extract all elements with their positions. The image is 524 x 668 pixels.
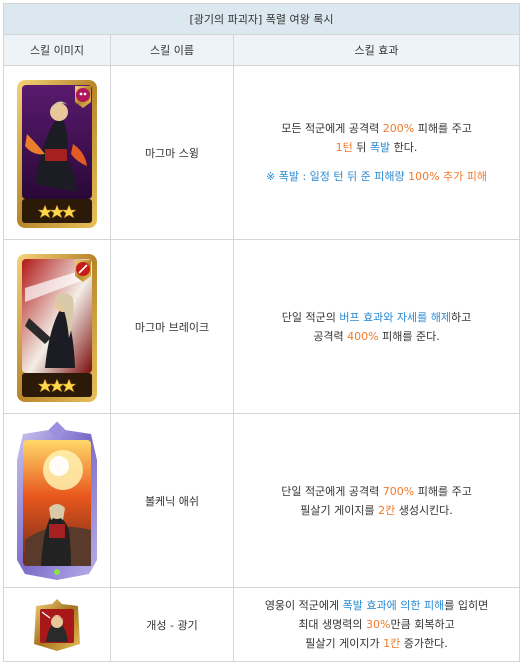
table-row: 마그마 브레이크 단일 적군의 버프 효과와 자세를 해제하고 공격력 400%… bbox=[3, 239, 521, 414]
effect-highlight: 100% 추가 피해 bbox=[408, 170, 488, 183]
effect-text: 영웅이 적군에게 bbox=[264, 599, 343, 612]
effect-highlight: 버프 효과와 자세를 해제 bbox=[339, 310, 452, 324]
skill-image-cell bbox=[3, 413, 111, 588]
effect-text: 를 입히면 bbox=[444, 599, 489, 612]
effect-text: 증가한다. bbox=[400, 637, 448, 650]
effect-text: 피해를 주고 bbox=[414, 484, 472, 498]
effect-text: 단일 적군에게 공격력 bbox=[281, 484, 383, 498]
table-row: 마그마 스윙 모든 적군에게 공격력 200% 피해를 주고 1턴 뒤 폭발 한… bbox=[3, 65, 521, 240]
effect-highlight: 2칸 bbox=[378, 503, 396, 517]
header-skill-effect: 스킬 효과 bbox=[232, 34, 521, 66]
skill-effect: 모든 적군에게 공격력 200% 피해를 주고 1턴 뒤 폭발 한다. ※ 폭발… bbox=[232, 65, 521, 240]
header-skill-name: 스킬 이름 bbox=[110, 34, 234, 66]
effect-text: 공격력 bbox=[313, 329, 348, 343]
skill-card-volcanic-ash bbox=[17, 421, 97, 580]
skill-image-cell bbox=[3, 587, 111, 662]
table-title-row: [광기의 파괴자] 폭렬 여왕 록시 bbox=[2, 3, 521, 35]
effect-note: ※ 폭발 : 일정 턴 뒤 준 피해량 bbox=[266, 170, 409, 183]
effect-highlight: 400% bbox=[347, 329, 379, 343]
effect-text: 피해를 준다. bbox=[378, 329, 440, 343]
skull-icon bbox=[76, 87, 90, 102]
table-header-row: 스킬 이미지 스킬 이름 스킬 효과 bbox=[3, 34, 521, 66]
effect-highlight: 폭발 bbox=[369, 141, 391, 154]
skill-name: 마그마 스윙 bbox=[110, 65, 234, 240]
effect-text: 하고 bbox=[451, 310, 472, 324]
effect-text: 생성시킨다. bbox=[395, 503, 453, 517]
table-row: 볼케닉 애쉬 단일 적군에게 공격력 700% 피해를 주고 필살기 게이지를 … bbox=[3, 413, 521, 588]
skill-name: 개성 - 광기 bbox=[110, 587, 234, 662]
effect-text: 필살기 게이지가 bbox=[305, 637, 384, 650]
skill-name: 마그마 브레이크 bbox=[110, 239, 234, 414]
skill-icon-madness bbox=[34, 598, 80, 651]
effect-text: 만큼 회복하고 bbox=[390, 618, 455, 631]
skill-effect: 영웅이 적군에게 폭발 효과에 의한 피해를 입히면 최대 생명력의 30%만큼… bbox=[232, 587, 521, 662]
effect-text: 한다. bbox=[390, 141, 418, 154]
table-title: [광기의 파괴자] 폭렬 여왕 록시 bbox=[2, 3, 521, 35]
skill-effect: 단일 적군에게 공격력 700% 피해를 주고 필살기 게이지를 2칸 생성시킨… bbox=[232, 413, 521, 588]
effect-highlight: 30% bbox=[366, 618, 391, 631]
effect-highlight: 1칸 bbox=[383, 637, 401, 650]
skill-table-container: [광기의 파괴자] 폭렬 여왕 록시 스킬 이미지 스킬 이름 스킬 효과 마그… bbox=[2, 3, 521, 662]
skill-card-magma-swing bbox=[17, 79, 97, 228]
effect-text: 뒤 bbox=[352, 141, 370, 154]
effect-text: 단일 적군의 bbox=[281, 310, 340, 324]
skill-image-cell bbox=[3, 239, 111, 414]
header-skill-image: 스킬 이미지 bbox=[3, 34, 111, 66]
effect-highlight: 700% bbox=[382, 484, 415, 498]
skill-card-magma-break bbox=[17, 253, 97, 402]
table-row: 개성 - 광기 영웅이 적군에게 폭발 효과에 의한 피해를 입히면 최대 생명… bbox=[3, 587, 521, 662]
effect-text: 모든 적군에게 공격력 bbox=[281, 122, 383, 135]
skill-effect: 단일 적군의 버프 효과와 자세를 해제하고 공격력 400% 피해를 준다. bbox=[232, 239, 521, 414]
skill-table: [광기의 파괴자] 폭렬 여왕 록시 스킬 이미지 스킬 이름 스킬 효과 마그… bbox=[2, 3, 521, 662]
effect-highlight: 200% bbox=[382, 122, 415, 135]
skill-image-cell bbox=[3, 65, 111, 240]
skill-name: 볼케닉 애쉬 bbox=[110, 413, 234, 588]
effect-text: 최대 생명력의 bbox=[298, 618, 367, 631]
effect-highlight: 1턴 bbox=[335, 141, 353, 154]
effect-text: 필살기 게이지를 bbox=[300, 503, 379, 517]
effect-text: 피해를 주고 bbox=[414, 122, 472, 135]
effect-highlight: 폭발 효과에 의한 피해 bbox=[342, 599, 445, 612]
